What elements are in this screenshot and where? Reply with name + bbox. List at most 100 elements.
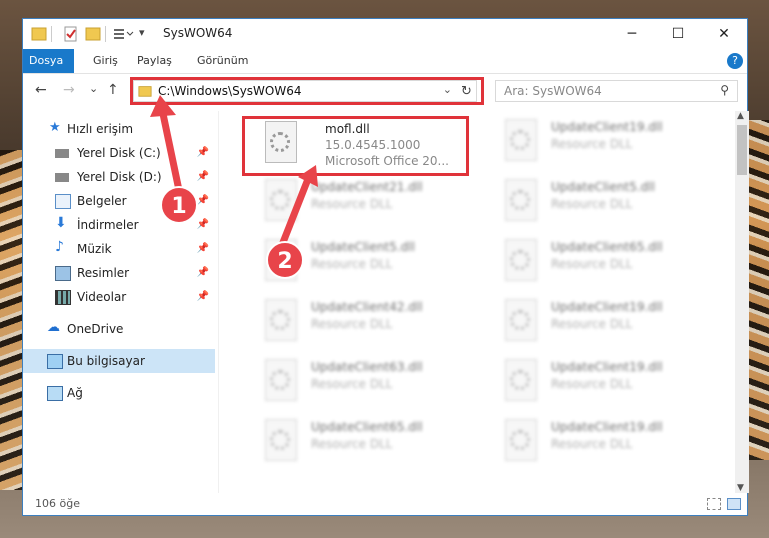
sidebar-item-label: Bu bilgisayar: [67, 354, 145, 368]
star-icon: ★: [49, 120, 61, 135]
sidebar-item-label: Yerel Disk (D:): [77, 170, 162, 184]
file-name: UpdateClient65.dll: [311, 420, 423, 434]
wallpaper-tiger-right: [747, 120, 769, 460]
file-tile[interactable]: UpdateClient19.dll Resource DLL: [483, 291, 713, 347]
search-input[interactable]: Ara: SysWOW64 ⚲: [495, 80, 738, 102]
gear-icon: [510, 130, 530, 150]
sidebar-item-label: Resimler: [77, 266, 130, 280]
file-name: UpdateClient5.dll: [551, 180, 655, 194]
sidebar-item-label: İndirmeler: [77, 218, 139, 232]
file-name: UpdateClient19.dll: [551, 420, 663, 434]
help-icon[interactable]: ?: [727, 53, 743, 69]
ribbon-tabs: Dosya Giriş Paylaş Görünüm ?: [23, 49, 747, 74]
file-type: Resource DLL: [551, 137, 633, 151]
step-marker-1: 1: [160, 186, 198, 224]
dll-file-icon: [505, 119, 537, 161]
file-tile[interactable]: UpdateClient19.dll Resource DLL: [483, 411, 713, 467]
sidebar-item-music[interactable]: ♪ Müzik 📌: [23, 237, 215, 261]
file-tile[interactable]: UpdateClient42.dll Resource DLL: [243, 291, 473, 347]
sidebar-item-videos[interactable]: Videolar 📌: [23, 285, 215, 309]
dll-file-icon: [505, 179, 537, 221]
sidebar-item-onedrive[interactable]: ☁ OneDrive: [23, 317, 215, 341]
music-icon: ♪: [55, 239, 64, 255]
gear-icon: [510, 370, 530, 390]
gear-icon: [270, 430, 290, 450]
new-folder-icon[interactable]: [85, 26, 101, 42]
drive-icon: [55, 173, 69, 182]
title-bar: ▾ SysWOW64 ─ ☐ ✕: [23, 19, 747, 49]
folder-icon: [31, 27, 47, 41]
tab-home[interactable]: Giriş: [85, 49, 126, 73]
network-icon: [47, 386, 63, 401]
large-icons-view-icon[interactable]: [727, 498, 741, 510]
sidebar-item-label: Hızlı erişim: [67, 122, 134, 136]
dll-file-icon: [505, 299, 537, 341]
file-type: Resource DLL: [551, 437, 633, 451]
sidebar-item-label: Videolar: [77, 290, 127, 304]
sidebar-item-this-pc[interactable]: Bu bilgisayar: [23, 349, 215, 373]
up-button[interactable]: ↑: [107, 82, 119, 98]
sidebar-item-label: Yerel Disk (C:): [77, 146, 161, 160]
status-bar: 106 öğe: [23, 493, 747, 517]
file-tile[interactable]: UpdateClient19.dll Resource DLL: [483, 111, 713, 167]
sidebar-item-pictures[interactable]: Resimler 📌: [23, 261, 215, 285]
gear-icon: [270, 310, 290, 330]
dll-file-icon: [265, 359, 297, 401]
file-type: Resource DLL: [311, 257, 393, 271]
file-tile[interactable]: UpdateClient65.dll Resource DLL: [243, 411, 473, 467]
sidebar-item-label: Ağ: [67, 386, 83, 400]
file-name: UpdateClient19.dll: [551, 300, 663, 314]
gear-icon: [510, 190, 530, 210]
properties-icon[interactable]: [63, 26, 79, 42]
navigation-bar: ← → ⌄ ↑ C:\Windows\SysWOW64 ⌄ ↻ Ara: Sys…: [23, 73, 747, 111]
maximize-button[interactable]: ☐: [655, 19, 701, 49]
back-button[interactable]: ←: [35, 82, 47, 98]
gear-icon: [270, 370, 290, 390]
file-type: Resource DLL: [551, 377, 633, 391]
dll-file-icon: [265, 419, 297, 461]
file-name: UpdateClient42.dll: [311, 300, 423, 314]
details-view-icon[interactable]: [707, 498, 721, 510]
pin-icon[interactable]: 📌: [197, 291, 209, 302]
computer-icon: [47, 354, 63, 369]
tab-file[interactable]: Dosya: [23, 49, 74, 73]
download-icon: ⬇: [55, 215, 67, 231]
separator: [105, 26, 108, 42]
file-type: Resource DLL: [311, 437, 393, 451]
tab-view[interactable]: Görünüm: [189, 49, 256, 73]
search-placeholder: Ara: SysWOW64: [504, 84, 602, 98]
pin-icon[interactable]: 📌: [197, 243, 209, 254]
gear-icon: [510, 310, 530, 330]
dll-file-icon: [505, 239, 537, 281]
dll-file-icon: [265, 299, 297, 341]
sidebar-item-network[interactable]: Ağ: [23, 381, 215, 405]
dll-file-icon: [505, 359, 537, 401]
chevron-down-icon[interactable]: ▾: [139, 26, 145, 42]
scroll-down-icon[interactable]: ▼: [737, 483, 744, 493]
customize-toolbar-icon[interactable]: [113, 26, 135, 42]
file-tile[interactable]: UpdateClient5.dll Resource DLL: [483, 171, 713, 227]
item-count: 106 öğe: [35, 497, 80, 510]
close-button[interactable]: ✕: [701, 19, 747, 49]
file-tile[interactable]: UpdateClient65.dll Resource DLL: [483, 231, 713, 287]
cloud-icon: ☁: [47, 320, 60, 335]
tab-share[interactable]: Paylaş: [129, 49, 180, 73]
file-tile[interactable]: UpdateClient19.dll Resource DLL: [483, 351, 713, 407]
pictures-icon: [55, 266, 71, 281]
gear-icon: [510, 430, 530, 450]
minimize-button[interactable]: ─: [609, 19, 655, 49]
scrollbar-thumb[interactable]: [737, 125, 747, 175]
scroll-up-icon[interactable]: ▲: [737, 111, 744, 121]
drive-icon: [55, 149, 69, 158]
file-name: UpdateClient63.dll: [311, 360, 423, 374]
file-type: Resource DLL: [551, 197, 633, 211]
sidebar-item-label: Müzik: [77, 242, 112, 256]
file-name: UpdateClient19.dll: [551, 360, 663, 374]
file-tile[interactable]: UpdateClient63.dll Resource DLL: [243, 351, 473, 407]
pin-icon[interactable]: 📌: [197, 267, 209, 278]
forward-button[interactable]: →: [63, 82, 75, 98]
file-type: Resource DLL: [551, 317, 633, 331]
recent-locations-button[interactable]: ⌄: [89, 82, 98, 95]
vertical-scrollbar[interactable]: ▲ ▼: [735, 111, 749, 493]
window-title: SysWOW64: [163, 26, 233, 40]
